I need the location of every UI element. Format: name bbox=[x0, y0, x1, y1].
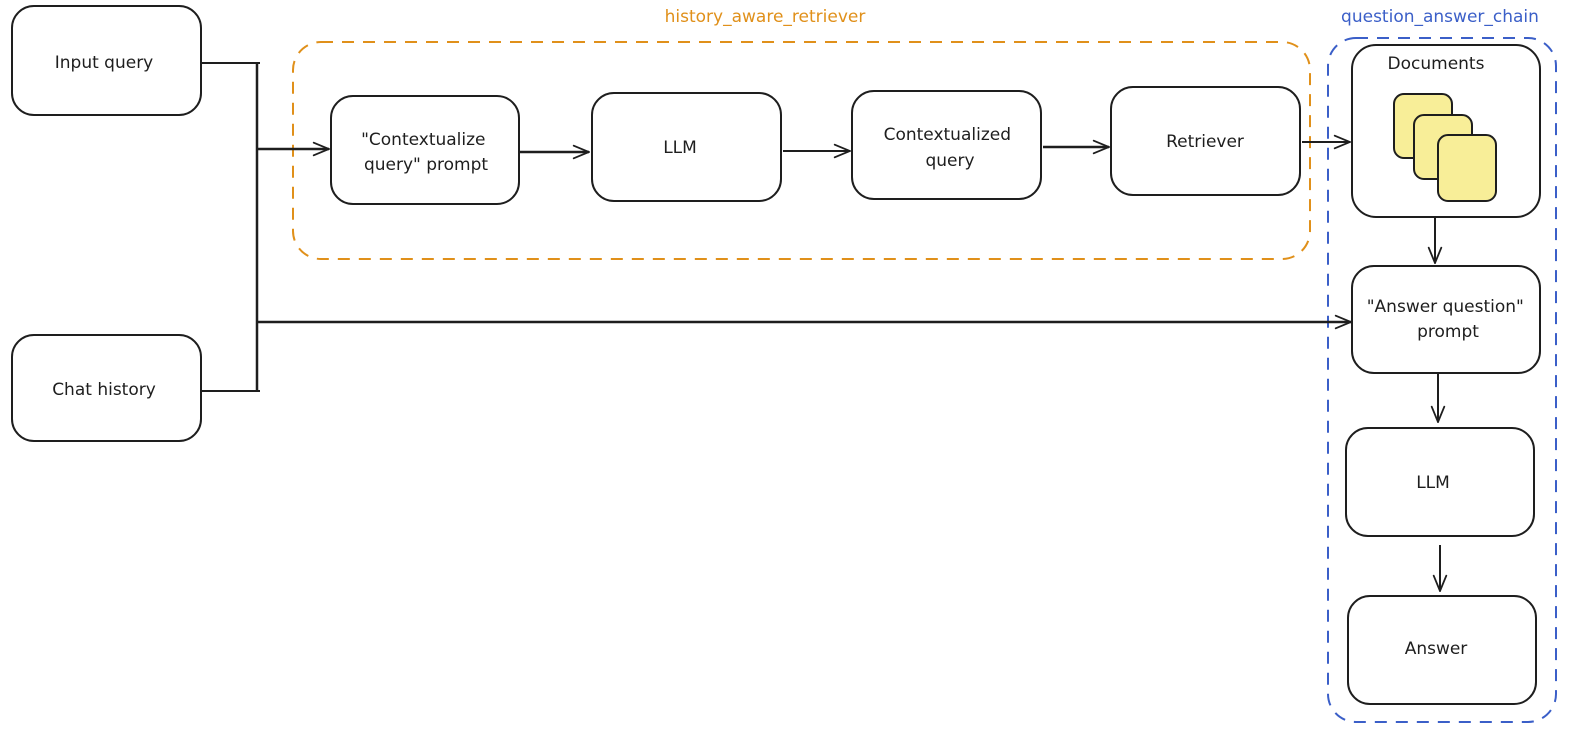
node-documents[interactable]: Documents bbox=[1351, 44, 1541, 218]
diagram-canvas: history_aware_retriever question_answer_… bbox=[11, 5, 1557, 723]
node-llm-1-label: LLM bbox=[663, 138, 697, 158]
node-contextualize-query-prompt[interactable]: "Contextualize query" prompt bbox=[330, 95, 520, 205]
node-chat-history-label: Chat history bbox=[52, 380, 156, 400]
node-answer-question-prompt[interactable]: "Answer question" prompt bbox=[1351, 265, 1541, 374]
node-retriever[interactable]: Retriever bbox=[1110, 86, 1301, 196]
node-llm-2-label: LLM bbox=[1416, 473, 1450, 493]
node-answer-label: Answer bbox=[1405, 639, 1468, 659]
document-icon bbox=[1437, 134, 1497, 202]
node-llm-2[interactable]: LLM bbox=[1345, 427, 1535, 537]
node-retriever-label: Retriever bbox=[1166, 132, 1244, 152]
node-contextualized-query[interactable]: Contextualized query bbox=[851, 90, 1042, 200]
group-question-answer-chain-label: question_answer_chain bbox=[1341, 7, 1539, 27]
node-chat-history[interactable]: Chat history bbox=[11, 334, 202, 442]
node-input-query-label: Input query bbox=[55, 53, 154, 73]
node-input-query[interactable]: Input query bbox=[11, 5, 202, 116]
group-history-aware-retriever-label: history_aware_retriever bbox=[665, 7, 866, 27]
node-documents-label: Documents bbox=[1388, 54, 1485, 74]
node-answer[interactable]: Answer bbox=[1347, 595, 1537, 705]
node-llm-1[interactable]: LLM bbox=[591, 92, 782, 202]
